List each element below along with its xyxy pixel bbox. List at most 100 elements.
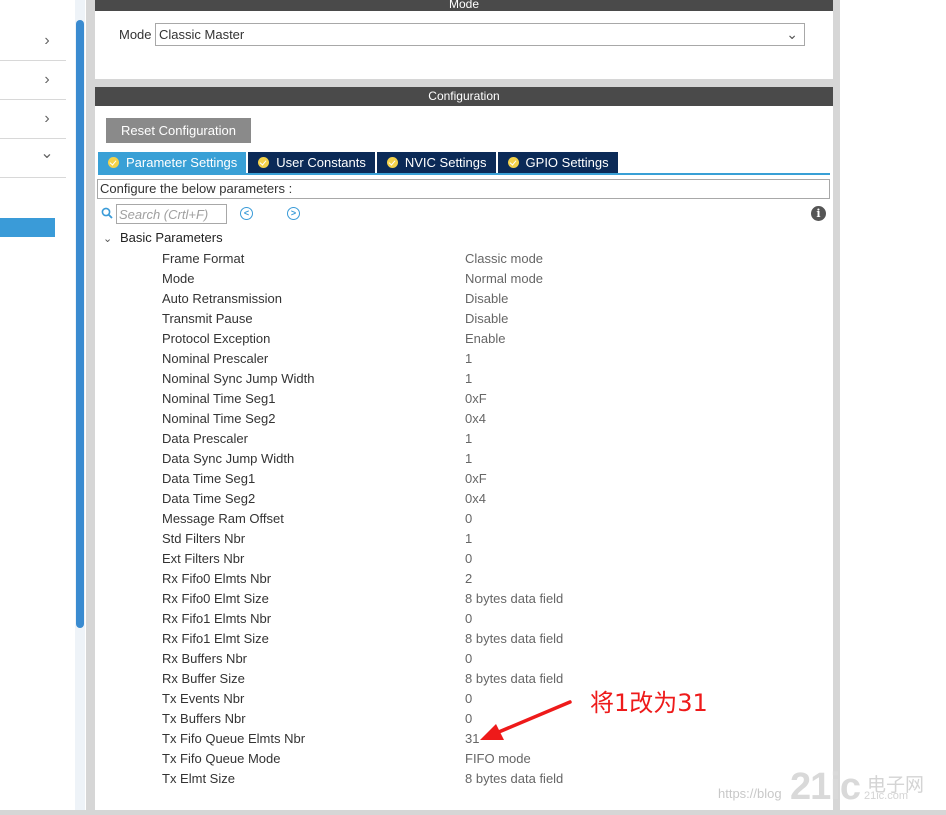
- parameter-name: Tx Events Nbr: [162, 691, 245, 706]
- parameter-value[interactable]: 2: [465, 571, 472, 586]
- parameter-row[interactable]: Std Filters Nbr 1: [95, 528, 830, 548]
- sidebar-item-4[interactable]: ⌄: [0, 139, 66, 178]
- chevron-down-icon: ⌄: [786, 26, 798, 42]
- parameter-row[interactable]: Mode Normal mode: [95, 268, 830, 288]
- tab-label: NVIC Settings: [404, 155, 487, 170]
- tab-gpio-settings[interactable]: GPIO Settings: [497, 152, 618, 173]
- parameter-value[interactable]: 0x4: [465, 491, 486, 506]
- mode-label: Mode: [119, 27, 152, 42]
- parameter-value[interactable]: 0: [465, 651, 472, 666]
- parameter-row[interactable]: Tx Elmt Size 8 bytes data field: [95, 768, 830, 788]
- parameter-name: Nominal Time Seg1: [162, 391, 276, 406]
- parameter-row[interactable]: Tx Buffers Nbr 0: [95, 708, 830, 728]
- parameter-value[interactable]: 0x4: [465, 411, 486, 426]
- search-row: < > i: [101, 204, 826, 224]
- parameter-value[interactable]: 1: [465, 351, 472, 366]
- watermark-url: https://blog: [718, 786, 782, 801]
- parameter-value[interactable]: 1: [465, 531, 472, 546]
- mode-panel-header: Mode: [95, 0, 833, 11]
- parameter-value[interactable]: 8 bytes data field: [465, 591, 563, 606]
- parameter-value[interactable]: Disable: [465, 311, 508, 326]
- parameter-row[interactable]: Nominal Sync Jump Width 1: [95, 368, 830, 388]
- annotation-text: 将1改为31: [590, 689, 708, 717]
- search-input[interactable]: [116, 204, 227, 224]
- parameter-name: Rx Fifo0 Elmts Nbr: [162, 571, 272, 586]
- sidebar-scrollbar-thumb[interactable]: [76, 20, 84, 628]
- chevron-right-icon: ›: [44, 71, 50, 88]
- bottom-border: [0, 810, 946, 815]
- info-icon[interactable]: i: [811, 206, 826, 221]
- parameter-row[interactable]: Rx Buffer Size 8 bytes data field: [95, 668, 830, 688]
- parameter-row[interactable]: Nominal Prescaler 1: [95, 348, 830, 368]
- check-icon: [386, 157, 398, 168]
- parameter-name: Frame Format: [162, 251, 245, 266]
- parameter-name: Tx Fifo Queue Mode: [162, 751, 281, 766]
- check-icon: [507, 157, 519, 168]
- panel-divider[interactable]: [86, 0, 95, 815]
- parameter-row[interactable]: Message Ram Offset 0: [95, 508, 830, 528]
- mode-select[interactable]: Classic Master ⌄: [155, 23, 805, 46]
- configuration-panel-header: Configuration: [95, 87, 833, 106]
- parameter-name: Data Prescaler: [162, 431, 248, 446]
- parameter-row[interactable]: Rx Fifo0 Elmts Nbr 2: [95, 568, 830, 588]
- parameter-row[interactable]: Tx Fifo Queue Elmts Nbr 31: [95, 728, 830, 748]
- sidebar-item-3[interactable]: ›: [0, 100, 66, 139]
- search-icon: [101, 207, 113, 219]
- check-icon: [258, 157, 270, 168]
- parameter-value[interactable]: Normal mode: [465, 271, 543, 286]
- tab-label: Parameter Settings: [126, 155, 238, 170]
- parameter-name: Rx Fifo0 Elmt Size: [162, 591, 269, 606]
- parameter-row[interactable]: Tx Events Nbr 0: [95, 688, 830, 708]
- search-previous-icon[interactable]: <: [240, 207, 253, 220]
- parameter-value[interactable]: 0: [465, 611, 472, 626]
- tab-parameter-settings[interactable]: Parameter Settings: [98, 152, 247, 173]
- parameter-row[interactable]: Auto Retransmission Disable: [95, 288, 830, 308]
- parameter-name: Data Time Seg2: [162, 491, 256, 506]
- parameter-row[interactable]: Tx Fifo Queue Mode FIFO mode: [95, 748, 830, 768]
- parameter-value[interactable]: 0xF: [465, 471, 487, 486]
- parameter-row[interactable]: Rx Fifo0 Elmt Size 8 bytes data field: [95, 588, 830, 608]
- parameter-value[interactable]: Enable: [465, 331, 505, 346]
- parameter-row[interactable]: Rx Buffers Nbr 0: [95, 648, 830, 668]
- tab-nvic-settings[interactable]: NVIC Settings: [376, 152, 496, 173]
- parameter-value[interactable]: 1: [465, 451, 472, 466]
- parameter-value[interactable]: 8 bytes data field: [465, 771, 563, 786]
- parameter-row[interactable]: Transmit Pause Disable: [95, 308, 830, 328]
- chevron-right-icon: ›: [44, 110, 50, 127]
- parameter-row[interactable]: Rx Fifo1 Elmt Size 8 bytes data field: [95, 628, 830, 648]
- watermark-logo: 21ic: [790, 766, 861, 808]
- parameter-row[interactable]: Ext Filters Nbr 0: [95, 548, 830, 568]
- parameter-value[interactable]: 8 bytes data field: [465, 631, 563, 646]
- parameter-value[interactable]: 0: [465, 511, 472, 526]
- mode-select-value: Classic Master: [159, 27, 245, 42]
- parameter-row[interactable]: Nominal Time Seg1 0xF: [95, 388, 830, 408]
- parameter-row[interactable]: Frame Format Classic mode: [95, 248, 830, 268]
- chevron-down-icon: ⌄: [103, 233, 113, 245]
- group-title: Basic Parameters: [120, 230, 223, 245]
- tab-user-constants[interactable]: User Constants: [248, 152, 375, 173]
- parameter-row[interactable]: Nominal Time Seg2 0x4: [95, 408, 830, 428]
- parameter-value[interactable]: 0xF: [465, 391, 487, 406]
- sidebar-item-2[interactable]: ›: [0, 61, 66, 100]
- reset-configuration-button[interactable]: Reset Configuration: [106, 118, 251, 143]
- parameter-value[interactable]: FIFO mode: [465, 751, 531, 766]
- parameter-name: Data Time Seg1: [162, 471, 256, 486]
- sidebar-selected-item[interactable]: [0, 218, 55, 237]
- parameter-row[interactable]: Data Time Seg2 0x4: [95, 488, 830, 508]
- parameter-value[interactable]: 0: [465, 551, 472, 566]
- parameter-value[interactable]: 8 bytes data field: [465, 671, 563, 686]
- search-next-icon[interactable]: >: [287, 207, 300, 220]
- basic-parameters-group[interactable]: ⌄ Basic Parameters: [103, 230, 223, 248]
- parameter-value[interactable]: Classic mode: [465, 251, 543, 266]
- parameter-value[interactable]: 1: [465, 431, 472, 446]
- parameter-value[interactable]: Disable: [465, 291, 508, 306]
- parameter-name: Nominal Time Seg2: [162, 411, 276, 426]
- parameter-value[interactable]: 1: [465, 371, 472, 386]
- parameter-row[interactable]: Data Sync Jump Width 1: [95, 448, 830, 468]
- parameter-name: Tx Buffers Nbr: [162, 711, 246, 726]
- parameter-row[interactable]: Data Prescaler 1: [95, 428, 830, 448]
- parameter-row[interactable]: Rx Fifo1 Elmts Nbr 0: [95, 608, 830, 628]
- parameter-row[interactable]: Protocol Exception Enable: [95, 328, 830, 348]
- parameter-row[interactable]: Data Time Seg1 0xF: [95, 468, 830, 488]
- sidebar-item-1[interactable]: ›: [0, 22, 66, 61]
